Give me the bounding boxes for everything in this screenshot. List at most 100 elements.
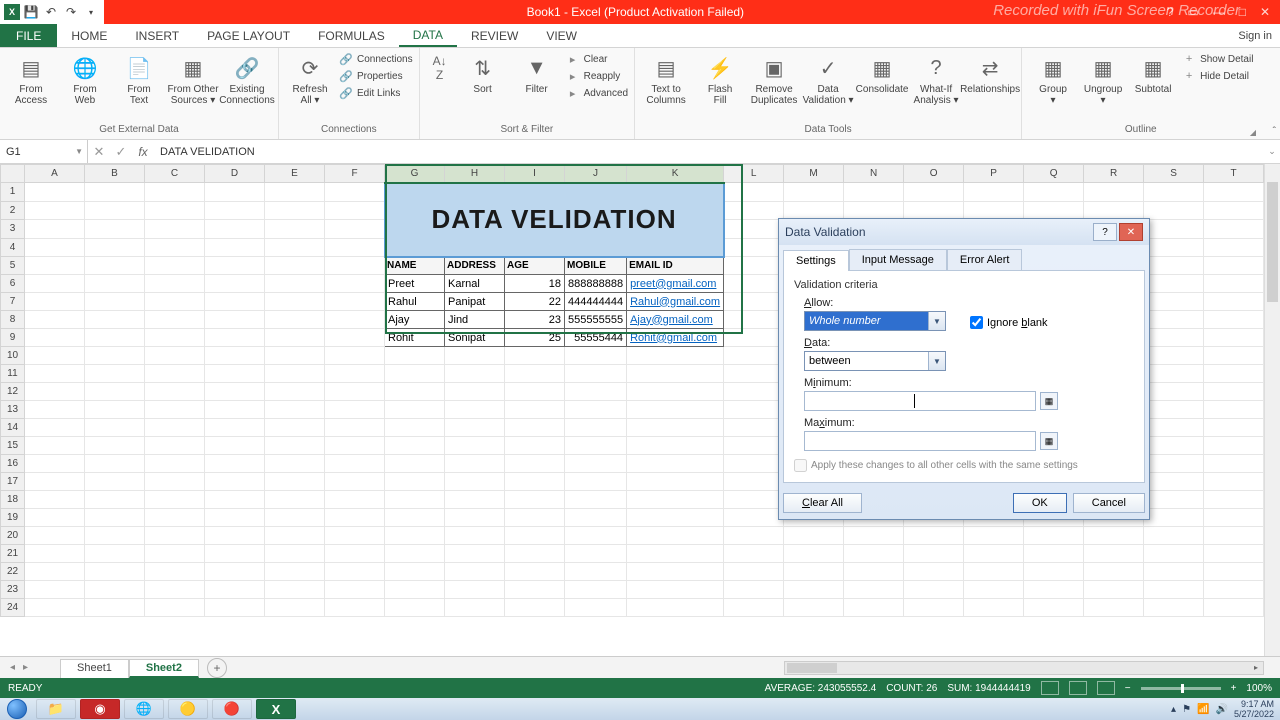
row-header-2[interactable]: 2 [1,201,25,220]
cell[interactable] [1204,491,1264,509]
row-header-18[interactable]: 18 [1,491,25,509]
tray-flag-icon[interactable]: ⚑ [1182,704,1191,715]
cell[interactable] [325,563,385,581]
cell[interactable] [505,563,565,581]
edit-links-button[interactable]: 🔗Edit Links [339,86,413,100]
cell[interactable] [1144,563,1204,581]
cell[interactable] [205,527,265,545]
cell[interactable] [205,238,265,257]
cell[interactable] [25,509,85,527]
ribbon-tab-data[interactable]: DATA [399,24,457,47]
taskbar-explorer-icon[interactable]: 📁 [36,699,76,719]
cell[interactable] [627,491,724,509]
dialog-tab-settings[interactable]: Settings [783,250,849,271]
cell[interactable] [25,238,85,257]
outline-dialog-launcher-icon[interactable]: ◢ [1250,128,1256,137]
cell[interactable] [205,201,265,220]
cell[interactable] [25,473,85,491]
cell[interactable] [385,383,445,401]
cell[interactable] [445,473,505,491]
cell[interactable] [385,419,445,437]
cell[interactable] [85,599,145,617]
cell[interactable] [25,527,85,545]
cell[interactable] [784,527,844,545]
cell[interactable] [724,383,784,401]
cell[interactable] [85,293,145,311]
cell[interactable] [1144,347,1204,365]
table-cell[interactable]: 25 [505,329,565,347]
cell[interactable] [1024,581,1084,599]
cell[interactable] [565,419,627,437]
cell[interactable] [627,401,724,419]
row-header-3[interactable]: 3 [1,220,25,239]
row-header-8[interactable]: 8 [1,311,25,329]
table-cell[interactable]: 888888888 [565,275,627,293]
cell[interactable] [505,347,565,365]
cell[interactable] [25,275,85,293]
cell[interactable] [627,545,724,563]
fx-icon[interactable]: fx [132,145,154,159]
cell[interactable] [844,545,904,563]
start-button[interactable] [0,698,34,720]
vertical-scrollbar[interactable] [1264,164,1280,656]
add-sheet-button[interactable]: + [207,658,227,678]
cell[interactable] [1084,599,1144,617]
filter-button[interactable]: ▼Filter [512,50,562,95]
table-cell[interactable]: Panipat [445,293,505,311]
allow-dropdown[interactable]: Whole number ▼ [804,311,946,331]
row-header-13[interactable]: 13 [1,401,25,419]
cell[interactable] [1144,419,1204,437]
cell[interactable] [25,311,85,329]
table-cell[interactable]: 55555444 [565,329,627,347]
zoom-slider[interactable] [1141,687,1221,690]
cell[interactable] [724,238,784,257]
view-page-layout-icon[interactable] [1069,681,1087,695]
cell[interactable] [85,527,145,545]
cell[interactable] [784,545,844,563]
col-header-D[interactable]: D [205,165,265,183]
cell[interactable] [784,201,844,220]
cell[interactable] [85,257,145,275]
cell[interactable] [627,383,724,401]
cell[interactable] [627,365,724,383]
cell[interactable] [265,527,325,545]
sheet-tab-sheet2[interactable]: Sheet2 [129,659,199,678]
cell[interactable] [145,293,205,311]
cell[interactable] [1204,509,1264,527]
text-to-button[interactable]: ▤Text to Columns [641,50,691,106]
col-header-G[interactable]: G [385,165,445,183]
cell[interactable] [25,491,85,509]
cell[interactable] [627,527,724,545]
col-header-M[interactable]: M [784,165,844,183]
cell[interactable] [145,581,205,599]
data-button[interactable]: ✓Data Validation ▾ [803,50,853,106]
cell[interactable] [205,509,265,527]
dialog-tab-error-alert[interactable]: Error Alert [947,249,1023,270]
cell[interactable] [724,347,784,365]
cell[interactable] [1144,581,1204,599]
tray-network-icon[interactable]: 📶 [1197,704,1209,715]
cell[interactable] [627,581,724,599]
cell[interactable] [205,293,265,311]
table-cell[interactable]: 555555555 [565,311,627,329]
taskbar-recorder-icon[interactable]: ◉ [80,699,120,719]
cell[interactable] [325,437,385,455]
cell[interactable] [325,509,385,527]
cell[interactable] [784,183,844,202]
cell[interactable] [265,581,325,599]
cell[interactable] [145,183,205,202]
col-header-H[interactable]: H [445,165,505,183]
scroll-thumb[interactable] [787,663,837,673]
cell[interactable] [1204,347,1264,365]
table-header[interactable]: ADDRESS [445,257,505,275]
row-header-20[interactable]: 20 [1,527,25,545]
cell[interactable] [445,545,505,563]
cell[interactable] [265,347,325,365]
cell[interactable] [205,545,265,563]
cell[interactable] [724,599,784,617]
collapse-ribbon-icon[interactable]: ˆ [1273,126,1276,137]
from-button[interactable]: 🌐From Web [60,50,110,106]
col-header-I[interactable]: I [505,165,565,183]
cell[interactable] [445,563,505,581]
col-header-F[interactable]: F [325,165,385,183]
